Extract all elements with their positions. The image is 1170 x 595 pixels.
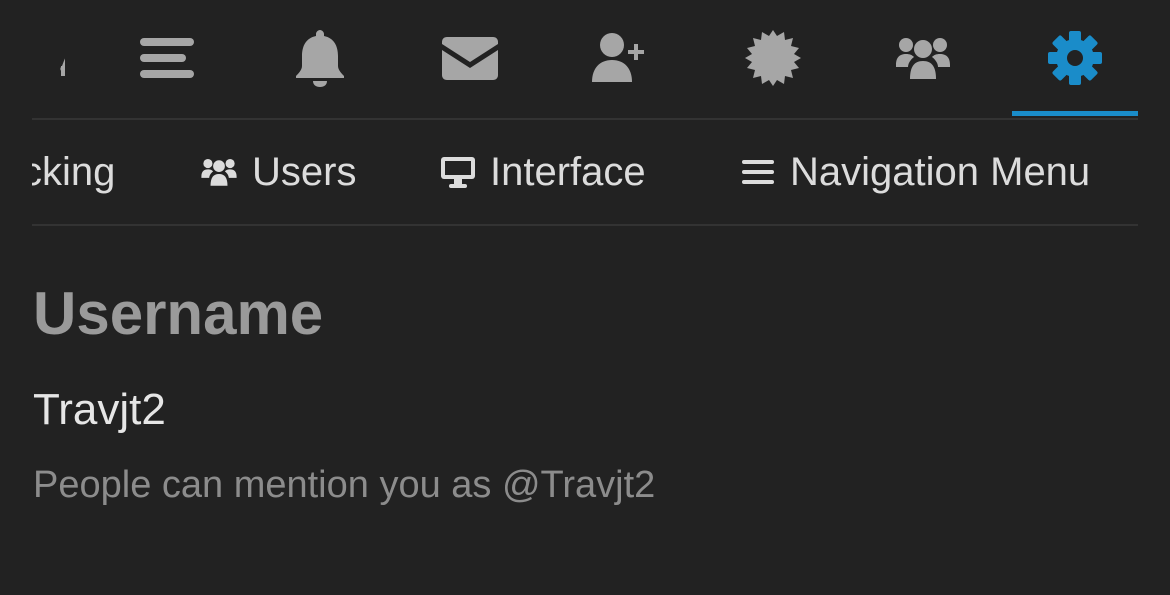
desktop-icon	[440, 155, 476, 189]
bell-icon	[294, 28, 346, 88]
badges-nav-button[interactable]	[710, 0, 836, 116]
tab-label: Navigation Menu	[790, 149, 1091, 194]
active-tab-indicator	[1012, 111, 1138, 116]
settings-nav-button[interactable]	[1012, 0, 1138, 116]
groups-nav-button[interactable]	[860, 0, 986, 116]
messages-nav-button[interactable]	[407, 0, 533, 116]
username-value: Travjt2	[33, 385, 166, 434]
tab-interface[interactable]: Interface	[440, 120, 646, 224]
menu-icon	[138, 34, 196, 82]
tab-label: cking	[32, 149, 116, 194]
tab-tracking[interactable]: cking	[32, 120, 115, 224]
add-user-nav-button[interactable]	[557, 0, 683, 116]
envelope-icon	[441, 35, 499, 81]
username-helper-text: People can mention you as @Travjt2	[33, 464, 656, 506]
bars-icon	[740, 158, 776, 186]
users-icon	[200, 157, 238, 187]
users-icon	[894, 35, 952, 81]
tab-users[interactable]: Users	[200, 120, 356, 224]
top-icon-bar	[32, 0, 1138, 120]
tab-label: Users	[252, 149, 357, 194]
partial-icon	[32, 28, 65, 88]
notifications-nav-button[interactable]	[257, 0, 383, 116]
partial-nav-button[interactable]	[32, 0, 98, 116]
tab-label: Interface	[490, 149, 646, 194]
settings-tab-row: cking Users	[32, 120, 1138, 226]
user-plus-icon	[590, 32, 650, 84]
settings-page: cking Users	[0, 0, 1170, 595]
menu-nav-button[interactable]	[104, 0, 230, 116]
section-title: Username	[33, 280, 324, 347]
tab-navigation-menu[interactable]: Navigation Menu	[740, 120, 1090, 224]
badge-icon	[744, 29, 802, 87]
gear-icon	[1047, 30, 1103, 86]
